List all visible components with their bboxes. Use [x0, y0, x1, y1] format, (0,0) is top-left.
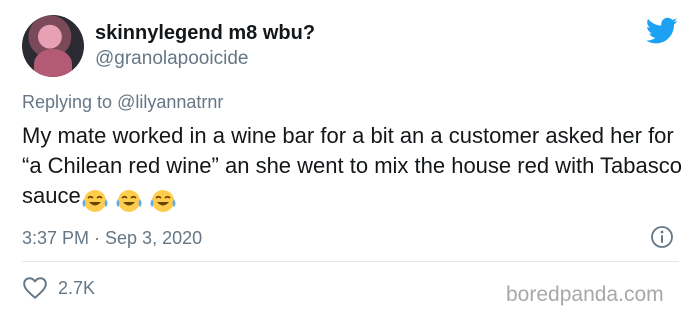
- replying-prefix: Replying to: [22, 92, 113, 112]
- info-icon[interactable]: [650, 225, 674, 249]
- like-action[interactable]: 2.7K: [22, 276, 95, 300]
- like-count: 2.7K: [58, 277, 96, 298]
- divider: [22, 261, 679, 262]
- face-with-tears-of-joy-icon: [150, 190, 176, 213]
- display-name[interactable]: skinnylegend m8 wbu?: [95, 22, 315, 45]
- heart-icon[interactable]: [22, 276, 48, 300]
- tweet-timestamp[interactable]: 3:37 PM · Sep 3, 2020: [22, 228, 202, 249]
- face-with-tears-of-joy-icon: [116, 190, 142, 213]
- face-with-tears-of-joy-icon: [82, 190, 108, 213]
- user-handle[interactable]: @granolapooicide: [95, 48, 248, 70]
- twitter-bird-icon[interactable]: [646, 17, 678, 45]
- avatar[interactable]: [22, 15, 84, 77]
- emoji-group: [81, 185, 183, 215]
- replying-mention-link[interactable]: @lilyannatrnr: [117, 92, 223, 112]
- tweet-body: My mate worked in a wine bar for a bit a…: [22, 121, 692, 215]
- watermark: boredpanda.com: [506, 283, 664, 306]
- replying-to: Replying to @lilyannatrnr: [22, 92, 223, 113]
